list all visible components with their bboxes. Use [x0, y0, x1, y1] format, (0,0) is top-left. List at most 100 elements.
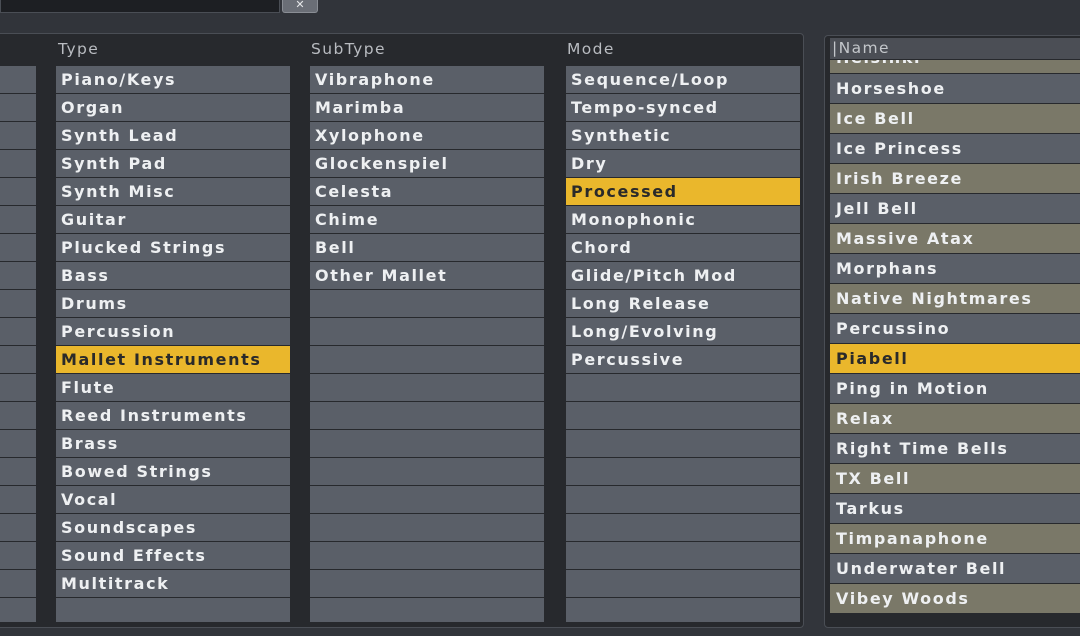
type-item[interactable]: Drums	[56, 290, 290, 317]
hidden-column-row[interactable]	[0, 570, 36, 597]
hidden-column-row[interactable]	[0, 262, 36, 289]
subtype-empty-row	[310, 570, 544, 597]
name-item[interactable]: Massive Atax	[830, 224, 1080, 253]
type-item[interactable]: Organ	[56, 94, 290, 121]
subtype-empty-row	[310, 598, 544, 622]
hidden-column-row[interactable]	[0, 318, 36, 345]
subtype-item[interactable]: Glockenspiel	[310, 150, 544, 177]
type-item[interactable]: Synth Lead	[56, 122, 290, 149]
subtype-item[interactable]: Xylophone	[310, 122, 544, 149]
type-item[interactable]: Synth Pad	[56, 150, 290, 177]
type-item[interactable]: Flute	[56, 374, 290, 401]
type-item[interactable]: Plucked Strings	[56, 234, 290, 261]
type-item[interactable]: Piano/Keys	[56, 66, 290, 93]
name-item[interactable]: TX Bell	[830, 464, 1080, 493]
name-item[interactable]: Underwater Bell	[830, 554, 1080, 583]
name-item[interactable]: Jell Bell	[830, 194, 1080, 223]
mode-empty-row	[566, 514, 800, 541]
type-item[interactable]: Bowed Strings	[56, 458, 290, 485]
subtype-empty-row	[310, 346, 544, 373]
mode-item[interactable]: Tempo-synced	[566, 94, 800, 121]
hidden-column-row[interactable]	[0, 374, 36, 401]
type-list: Piano/Keys Organ Synth Lead Synth Pad Synth …	[56, 66, 290, 622]
hidden-column-row[interactable]	[0, 122, 36, 149]
subtype-item[interactable]: Bell	[310, 234, 544, 261]
mode-item[interactable]: Long Release	[566, 290, 800, 317]
hidden-column-row[interactable]	[0, 234, 36, 261]
hidden-column-row[interactable]	[0, 206, 36, 233]
name-item[interactable]: Horseshoe	[830, 74, 1080, 103]
mode-empty-row	[566, 402, 800, 429]
mode-item[interactable]: Monophonic	[566, 206, 800, 233]
type-item[interactable]: Guitar	[56, 206, 290, 233]
type-item[interactable]: Bass	[56, 262, 290, 289]
hidden-column-row[interactable]	[0, 402, 36, 429]
type-item[interactable]: Mallet Instruments	[56, 346, 290, 373]
hidden-column-row[interactable]	[0, 346, 36, 373]
type-item[interactable]: Synth Misc	[56, 178, 290, 205]
hidden-column-row[interactable]	[0, 598, 36, 622]
hidden-column-row[interactable]	[0, 290, 36, 317]
name-list: HelsinkiHorseshoeIce BellIce PrincessIri…	[830, 60, 1080, 618]
mode-column-header[interactable]: Mode	[567, 38, 615, 60]
subtype-empty-row	[310, 430, 544, 457]
subtype-empty-row	[310, 486, 544, 513]
name-item[interactable]: Right Time Bells	[830, 434, 1080, 463]
name-item[interactable]: Relax	[830, 404, 1080, 433]
mode-item[interactable]: Long/Evolving	[566, 318, 800, 345]
type-item[interactable]: Soundscapes	[56, 514, 290, 541]
mode-item[interactable]: Synthetic	[566, 122, 800, 149]
name-item[interactable]: Piabell	[830, 344, 1080, 373]
type-column-header[interactable]: Type	[58, 38, 99, 60]
mode-item[interactable]: Dry	[566, 150, 800, 177]
type-item[interactable]: Brass	[56, 430, 290, 457]
name-item[interactable]: Ice Princess	[830, 134, 1080, 163]
name-item[interactable]: Ping in Motion	[830, 374, 1080, 403]
hidden-column-row[interactable]	[0, 486, 36, 513]
hidden-column-row[interactable]	[0, 94, 36, 121]
name-item[interactable]: Native Nightmares	[830, 284, 1080, 313]
name-item[interactable]: Ice Bell	[830, 104, 1080, 133]
name-item[interactable]: Vibey Woods	[830, 584, 1080, 613]
hidden-column-row[interactable]	[0, 150, 36, 177]
name-item-partial[interactable]: Helsinki	[830, 60, 1080, 73]
name-item[interactable]: Percussino	[830, 314, 1080, 343]
mode-item[interactable]: Chord	[566, 234, 800, 261]
search-input[interactable]	[0, 0, 280, 13]
type-item[interactable]: Vocal	[56, 486, 290, 513]
mode-empty-row	[566, 598, 800, 622]
hidden-column-row[interactable]	[0, 66, 36, 93]
name-header-label: Name	[838, 39, 890, 57]
close-x-icon: ✕	[295, 0, 305, 11]
mode-item[interactable]: Percussive	[566, 346, 800, 373]
subtype-column-header[interactable]: SubType	[311, 38, 386, 60]
subtype-list: Vibraphone Marimba Xylophone Glockenspiel Ce…	[310, 66, 544, 622]
name-item[interactable]: Timpanaphone	[830, 524, 1080, 553]
name-item[interactable]: Tarkus	[830, 494, 1080, 523]
type-item[interactable]: Percussion	[56, 318, 290, 345]
mode-item[interactable]: Processed	[566, 178, 800, 205]
subtype-empty-row	[310, 374, 544, 401]
subtype-item[interactable]: Vibraphone	[310, 66, 544, 93]
mode-empty-row	[566, 430, 800, 457]
name-item[interactable]: Morphans	[830, 254, 1080, 283]
hidden-column-row[interactable]	[0, 458, 36, 485]
name-item[interactable]: Irish Breeze	[830, 164, 1080, 193]
name-column-header[interactable]: |Name	[830, 38, 1080, 59]
mode-empty-row	[566, 486, 800, 513]
mode-list: Sequence/Loop Tempo-synced Synthetic Dry Pro…	[566, 66, 800, 622]
hidden-column-row[interactable]	[0, 542, 36, 569]
hidden-column-row[interactable]	[0, 430, 36, 457]
hidden-column-row[interactable]	[0, 514, 36, 541]
subtype-item[interactable]: Celesta	[310, 178, 544, 205]
subtype-item[interactable]: Other Mallet	[310, 262, 544, 289]
type-item[interactable]: Sound Effects	[56, 542, 290, 569]
type-item[interactable]: Reed Instruments	[56, 402, 290, 429]
mode-item[interactable]: Glide/Pitch Mod	[566, 262, 800, 289]
hidden-column-row[interactable]	[0, 178, 36, 205]
mode-item[interactable]: Sequence/Loop	[566, 66, 800, 93]
type-item[interactable]: Multitrack	[56, 570, 290, 597]
subtype-item[interactable]: Marimba	[310, 94, 544, 121]
clear-search-button[interactable]: ✕	[282, 0, 318, 13]
subtype-item[interactable]: Chime	[310, 206, 544, 233]
